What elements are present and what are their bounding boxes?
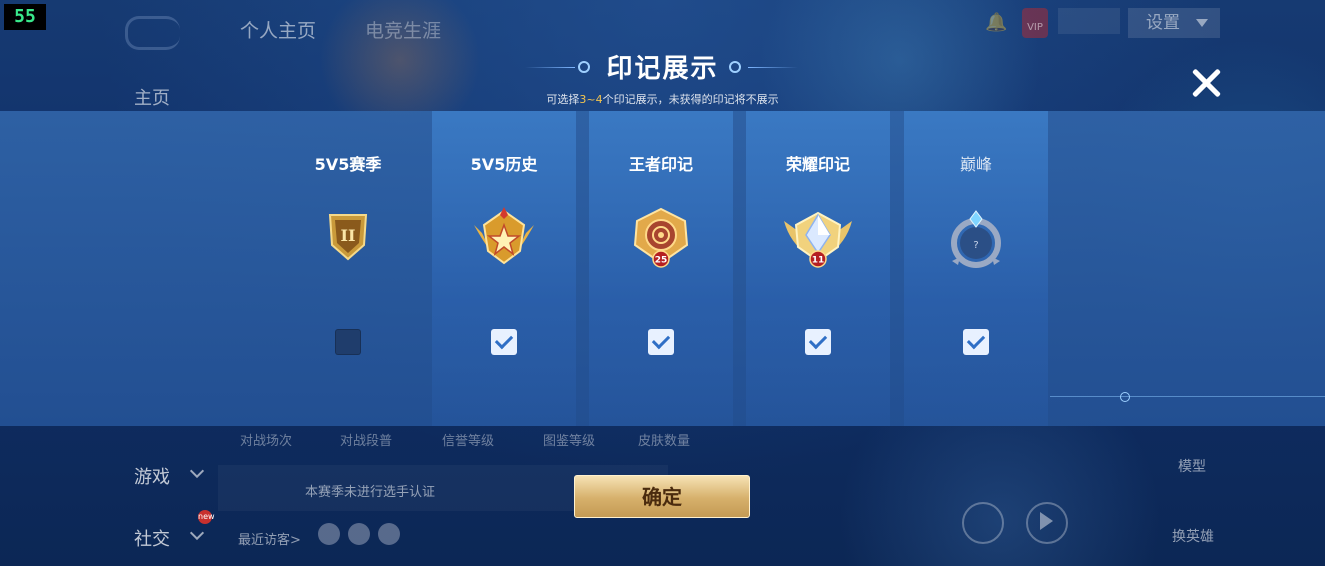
stat-label: 信誉等级 — [442, 434, 495, 449]
avatar[interactable] — [378, 523, 400, 545]
mark-label: 王者印记 — [628, 155, 693, 174]
recent-visitors-link[interactable]: 最近访客> — [238, 529, 301, 548]
mark-checkbox[interactable] — [491, 329, 517, 355]
mark-option-peak[interactable]: 巅峰 ? — [904, 111, 1048, 426]
peak-badge-icon: ? — [951, 210, 1001, 268]
mark-checkbox[interactable] — [648, 329, 674, 355]
mark-checkbox[interactable] — [335, 329, 361, 355]
stat-label: 皮肤数量 — [638, 434, 691, 449]
model-button[interactable]: 模型 — [1178, 456, 1206, 476]
mark-checkbox[interactable] — [963, 329, 989, 355]
notice-banner — [1058, 8, 1120, 34]
subtitle-suffix: 个印记展示，未获得的印记将不展示 — [602, 93, 779, 106]
subtitle-range: 3~4 — [579, 93, 603, 106]
mark-label: 巅峰 — [959, 155, 992, 174]
title-ornament-icon — [729, 61, 741, 73]
bell-icon[interactable]: 🔔 — [985, 12, 1007, 34]
badge-text: II — [341, 226, 356, 245]
glory-mark-badge-icon: 11 — [784, 211, 852, 268]
swap-hero-button[interactable]: 换英雄 — [1172, 526, 1214, 546]
king-mark-badge-icon: 25 — [633, 207, 689, 268]
avatar[interactable] — [318, 523, 340, 545]
vip-badge: VIP — [1022, 8, 1048, 38]
subtitle-prefix: 可选择 — [546, 93, 580, 106]
mark-label: 荣耀印记 — [785, 155, 850, 174]
badge-text: 11 — [812, 256, 825, 266]
mark-option-history[interactable]: 5V5历史 — [432, 111, 576, 426]
history-star-badge-icon — [474, 207, 534, 265]
sidebar-item-game[interactable]: 游戏 — [134, 463, 170, 489]
mark-label: 5V5赛季 — [314, 155, 382, 174]
tab-profile[interactable]: 个人主页 — [240, 16, 316, 43]
modal-subtitle: 可选择3~4个印记展示，未获得的印记将不展示 — [0, 91, 1325, 107]
close-icon[interactable] — [1190, 67, 1222, 99]
settings-dropdown[interactable]: 设置 — [1128, 8, 1220, 38]
badge-text: 25 — [655, 256, 668, 266]
stat-label: 对战场次 — [240, 434, 293, 449]
panel-decoration — [1120, 392, 1130, 402]
chevron-down-icon — [1196, 19, 1208, 27]
tab-esports[interactable]: 电竞生涯 — [365, 16, 441, 43]
stat-label: 对战段普 — [340, 434, 393, 449]
sidebar-item-social[interactable]: 社交 — [134, 525, 170, 551]
mark-option-season[interactable]: 5V5赛季 II — [276, 111, 420, 426]
back-button[interactable] — [125, 16, 180, 50]
modal-title: 印记展示 — [606, 54, 719, 84]
badge-text: ? — [973, 240, 978, 251]
mark-checkbox[interactable] — [805, 329, 831, 355]
fps-counter: 55 — [4, 4, 46, 30]
settings-label: 设置 — [1146, 13, 1180, 33]
season-rank-ii-badge-icon: II — [328, 214, 368, 261]
avatar[interactable] — [348, 523, 370, 545]
play-icon — [1040, 512, 1053, 530]
player-cert-text: 本赛季未进行选手认证 — [305, 485, 436, 500]
pose-button[interactable] — [962, 502, 1004, 544]
new-badge: new — [198, 510, 215, 524]
title-decoration — [748, 67, 798, 68]
mark-label: 5V5历史 — [470, 155, 538, 174]
mark-option-king[interactable]: 王者印记 25 — [589, 111, 733, 426]
panel-decoration — [1050, 396, 1325, 397]
stat-label: 图鉴等级 — [543, 434, 596, 449]
mark-option-glory[interactable]: 荣耀印记 11 — [746, 111, 890, 426]
confirm-button[interactable]: 确定 — [574, 475, 750, 518]
